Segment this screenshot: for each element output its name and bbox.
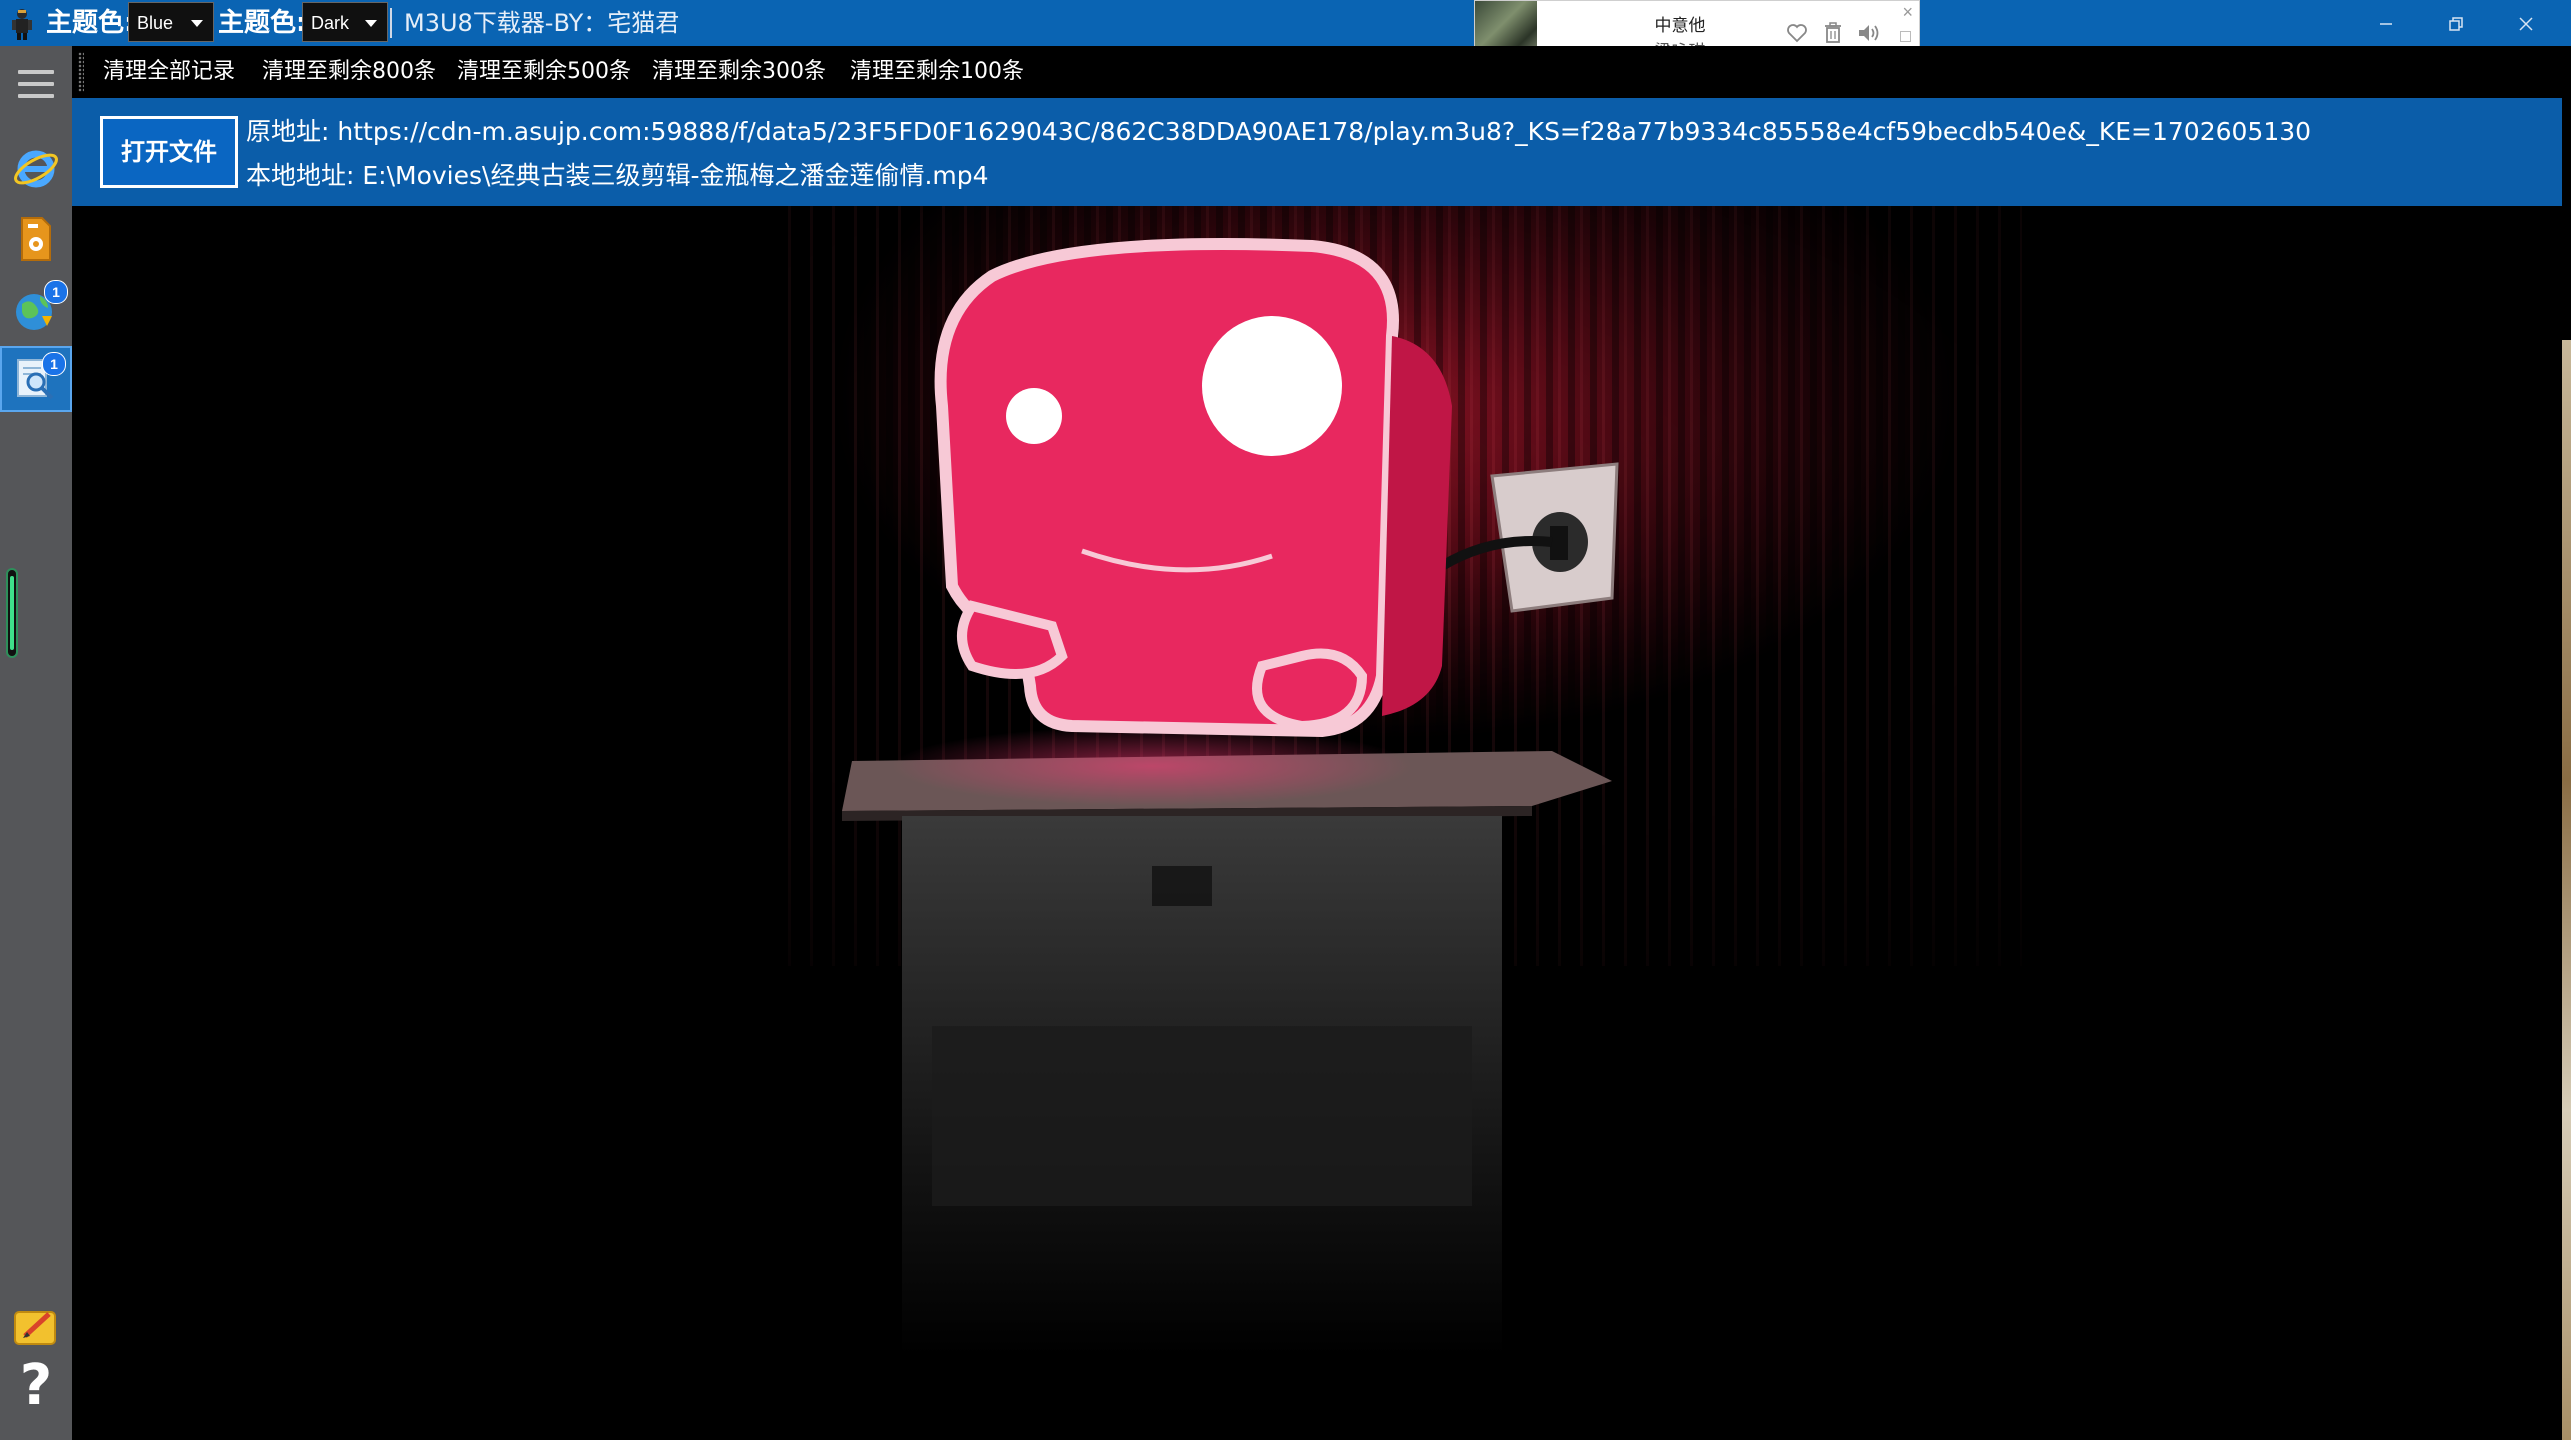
theme-mode-label: 主题色:: [218, 8, 307, 38]
app-window: 主题色: Blue 主题色: Dark M3U8下载器-BY：宅猫君 中意他 梁…: [0, 0, 2571, 1440]
theme-mode-select[interactable]: Dark: [302, 2, 388, 42]
app-title: M3U8下载器-BY：宅猫君: [404, 9, 680, 37]
local-path: E:\Movies\经典古装三级剪辑-金瓶梅之潘金莲偷情.mp4: [362, 161, 989, 190]
minimize-icon: [2380, 23, 2392, 25]
sidebar-item-browser[interactable]: [0, 136, 72, 202]
clear-keep-800-button[interactable]: 清理至剩余800条: [262, 54, 436, 90]
title-divider: [390, 8, 392, 38]
mini-mode-icon[interactable]: [1900, 31, 1911, 42]
close-button[interactable]: [2492, 0, 2560, 46]
theme-color-select[interactable]: Blue: [128, 2, 214, 42]
sidebar: 1 1 ?: [0, 46, 72, 1440]
close-icon: [2519, 17, 2533, 31]
sidebar-scrollbar[interactable]: [6, 568, 18, 658]
clear-records-toolbar: 清理全部记录 清理至剩余800条 清理至剩余500条 清理至剩余300条 清理至…: [72, 46, 2571, 98]
notes-edit-icon: [14, 1311, 56, 1345]
wallpaper-illustration: [72, 206, 2562, 1440]
download-info-panel: 打开文件 原地址: https://cdn-m.asujp.com:59888/…: [72, 98, 2562, 206]
notification-badge: 1: [44, 280, 68, 304]
clear-keep-300-button[interactable]: 清理至剩余300条: [652, 54, 826, 90]
restore-icon: [2449, 17, 2463, 31]
wallpaper-background: [72, 206, 2562, 1440]
hamburger-menu-icon[interactable]: [18, 70, 54, 106]
ie-browser-icon: [14, 150, 58, 188]
title-bar: 主题色: Blue 主题色: Dark M3U8下载器-BY：宅猫君: [0, 0, 2571, 46]
sidebar-item-audio[interactable]: [0, 206, 72, 272]
app-logo-icon: [12, 9, 32, 40]
chevron-down-icon: [365, 20, 377, 27]
heart-icon[interactable]: [1783, 21, 1811, 49]
source-url: https://cdn-m.asujp.com:59888/f/data5/23…: [337, 117, 2312, 146]
source-address-row: 原地址: https://cdn-m.asujp.com:59888/f/dat…: [246, 112, 2311, 148]
open-file-button[interactable]: 打开文件: [100, 116, 238, 188]
audio-file-icon: [21, 217, 51, 261]
local-address-row: 本地地址: E:\Movies\经典古装三级剪辑-金瓶梅之潘金莲偷情.mp4: [246, 156, 989, 192]
clear-keep-100-button[interactable]: 清理至剩余100条: [850, 54, 1024, 90]
volume-icon[interactable]: [1855, 21, 1883, 49]
help-icon[interactable]: ?: [14, 1356, 58, 1416]
background-window-edge: [2562, 340, 2571, 1440]
song-title: 中意他: [1654, 16, 1706, 36]
theme-color-value: Blue: [137, 13, 174, 33]
source-address-label: 原地址:: [246, 117, 338, 146]
restore-button[interactable]: [2422, 0, 2490, 46]
trash-icon[interactable]: [1819, 21, 1847, 49]
local-address-label: 本地地址:: [246, 161, 363, 190]
clear-all-button[interactable]: 清理全部记录: [103, 54, 235, 90]
clear-keep-500-button[interactable]: 清理至剩余500条: [457, 54, 631, 90]
close-icon[interactable]: ×: [1902, 3, 1913, 21]
sidebar-item-downloads[interactable]: 1: [0, 276, 72, 342]
minimize-button[interactable]: [2352, 0, 2420, 46]
chevron-down-icon: [191, 20, 203, 27]
theme-color-label: 主题色:: [46, 8, 135, 38]
theme-mode-value: Dark: [311, 13, 350, 33]
notification-badge: 1: [42, 352, 66, 376]
toolbar-grip-icon[interactable]: [78, 52, 84, 92]
sidebar-item-search[interactable]: 1: [0, 346, 72, 412]
